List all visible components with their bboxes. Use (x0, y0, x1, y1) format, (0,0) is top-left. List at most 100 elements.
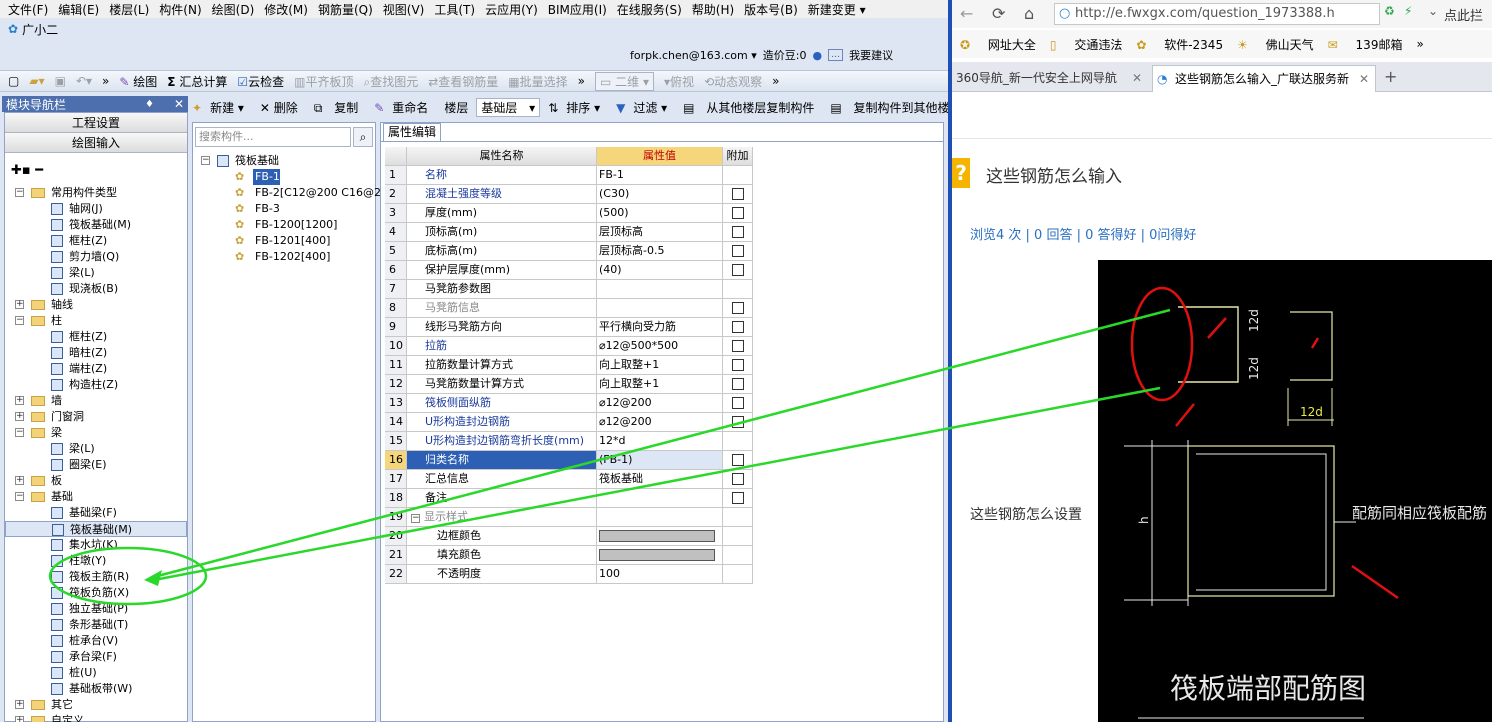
property-row[interactable]: 2 混凝土强度等级 (C30) (385, 185, 753, 204)
nav-tree-folder[interactable]: + 墙 (5, 393, 187, 409)
search-icon[interactable]: ⌕ (353, 127, 373, 147)
property-row[interactable]: 13 筏板侧面纵筋 ⌀12@200 (385, 394, 753, 413)
nav-tree-item[interactable]: 构造柱(Z) (5, 377, 187, 393)
property-value[interactable] (597, 527, 723, 546)
nav-tree-item[interactable]: 端柱(Z) (5, 361, 187, 377)
dynamic-view-button[interactable]: ⟲动态观察 (704, 73, 762, 90)
user-email[interactable]: forpk.chen@163.com ▾ (630, 49, 757, 62)
nav-tree-item[interactable]: 桩承台(V) (5, 633, 187, 649)
extra-checkbox[interactable] (732, 359, 744, 371)
property-value[interactable]: 向上取整+1 (597, 375, 723, 394)
nav-tree-item[interactable]: 框柱(Z) (5, 233, 187, 249)
property-value[interactable]: (FB-1) (597, 451, 723, 470)
property-row[interactable]: 22 不透明度 100 (385, 565, 753, 584)
rename-button[interactable]: ✎ 重命名 (374, 99, 436, 116)
tab-close-icon[interactable]: ✕ (1132, 65, 1142, 91)
suggest-link[interactable]: 我要建议 (849, 47, 893, 63)
extra-checkbox[interactable] (732, 245, 744, 257)
menu-item[interactable]: 云应用(Y) (485, 1, 538, 18)
click-intercept-text[interactable]: 点此拦 (1444, 5, 1483, 24)
component-list-item[interactable]: ✿ FB-3 (235, 201, 375, 217)
address-bar[interactable]: ○ http://e.fwxgx.com/question_1973388.h (1054, 3, 1380, 25)
nav-tree-folder[interactable]: + 轴线 (5, 297, 187, 313)
property-row[interactable]: 11 拉筋数量计算方式 向上取整+1 (385, 356, 753, 375)
nav-tree-item[interactable]: 桩(U) (5, 665, 187, 681)
property-row[interactable]: 17 汇总信息 筏板基础 (385, 470, 753, 489)
overflow-chevron-icon[interactable]: » (578, 74, 585, 88)
collapse-icon[interactable]: − (15, 428, 24, 437)
collapse-icon[interactable]: − (15, 188, 24, 197)
nav-tree-item[interactable]: 圈梁(E) (5, 457, 187, 473)
nav-tree-folder[interactable]: − 常用构件类型 (5, 185, 187, 201)
property-row[interactable]: 3 厚度(mm) (500) (385, 204, 753, 223)
menu-item[interactable]: BIM应用(I) (548, 1, 607, 18)
expand-icon[interactable]: + (15, 716, 24, 722)
property-row[interactable]: 21 填充颜色 (385, 546, 753, 565)
overflow-chevron-icon[interactable]: » (772, 74, 779, 88)
filter-button[interactable]: ▼ 过滤 ▾ (616, 99, 675, 116)
property-value[interactable]: FB-1 (597, 166, 723, 185)
color-swatch[interactable] (599, 530, 715, 542)
nav-tree-item[interactable]: 承台梁(F) (5, 649, 187, 665)
sum-button[interactable]: Σ 汇总计算 (167, 73, 227, 90)
reload-icon[interactable]: ⟳ (992, 4, 1005, 23)
tab-close-icon[interactable]: ✕ (1359, 66, 1369, 92)
question-stats[interactable]: 浏览4 次 | 0 回答 | 0 答得好 | 0问得好 (970, 224, 1196, 243)
sort-button[interactable]: ⇅ 排序 ▾ (548, 99, 608, 116)
property-value[interactable]: ⌀12@200 (597, 394, 723, 413)
favorite-link[interactable]: ✉ 139邮箱 (1328, 36, 1403, 53)
property-value[interactable]: ⌀12@200 (597, 413, 723, 432)
project-settings-button[interactable]: 工程设置 (5, 113, 187, 133)
open-folder-icon[interactable]: ▰▾ (29, 74, 44, 88)
extra-checkbox[interactable] (732, 188, 744, 200)
menu-item[interactable]: 新建变更 ▾ (808, 1, 866, 18)
property-row[interactable]: 18 备注 (385, 489, 753, 508)
collapse-icon[interactable]: − (15, 316, 24, 325)
collapse-icon[interactable]: − (201, 156, 210, 165)
extra-checkbox[interactable] (732, 473, 744, 485)
floor-select[interactable]: 基础层 ▾ (476, 97, 541, 117)
extra-checkbox[interactable] (732, 454, 744, 466)
extra-checkbox[interactable] (732, 397, 744, 409)
nav-tree-item[interactable]: 剪力墙(Q) (5, 249, 187, 265)
pin-icon[interactable]: ♦ (145, 99, 154, 110)
component-list-item[interactable]: ✿ FB-2[C12@200 C16@200 (235, 185, 395, 201)
property-row[interactable]: 1 名称 FB-1 (385, 166, 753, 185)
flat-top-button[interactable]: ▥平齐板顶 (294, 73, 353, 90)
component-root[interactable]: − 筏板基础 (201, 153, 371, 169)
extra-checkbox[interactable] (732, 207, 744, 219)
draw-input-button[interactable]: 绘图输入 (5, 133, 187, 153)
header-extra[interactable]: 附加 (723, 147, 753, 166)
property-value[interactable]: 平行横向受力筋 (597, 318, 723, 337)
menu-item[interactable]: 视图(V) (383, 1, 425, 18)
property-value[interactable]: 层顶标高-0.5 (597, 242, 723, 261)
view-mode-select[interactable]: ▭ 二维 ▾ (595, 71, 655, 91)
nav-tree-item[interactable]: 框柱(Z) (5, 329, 187, 345)
header-prop-value[interactable]: 属性值 (597, 147, 723, 166)
bulb-icon[interactable]: ● (812, 49, 822, 62)
nav-tree-item[interactable]: 现浇板(B) (5, 281, 187, 297)
property-row[interactable]: 19− 显示样式 (385, 508, 753, 527)
menu-item[interactable]: 构件(N) (159, 1, 201, 18)
draw-button[interactable]: ✎ 绘图 (119, 73, 157, 90)
nav-tree-item[interactable]: 梁(L) (5, 265, 187, 281)
extra-checkbox[interactable] (732, 321, 744, 333)
property-row[interactable]: 15 U形构造封边钢筋弯折长度(mm) 12*d (385, 432, 753, 451)
property-row[interactable]: 12 马凳筋数量计算方式 向上取整+1 (385, 375, 753, 394)
close-icon[interactable]: ✕ (174, 97, 184, 111)
delete-button[interactable]: ✕ 删除 (260, 99, 306, 116)
component-list-item[interactable]: ✿ FB-1202[400] (235, 249, 375, 265)
property-value[interactable]: (C30) (597, 185, 723, 204)
expand-all-icon[interactable]: ✚▪ ━ (11, 163, 43, 178)
property-row[interactable]: 20 边框颜色 (385, 527, 753, 546)
dropdown-chevron-icon[interactable]: ⌄ (1428, 4, 1438, 18)
nav-tree-item[interactable]: 基础梁(F) (5, 505, 187, 521)
nav-tree-item[interactable]: 条形基础(T) (5, 617, 187, 633)
copy-button[interactable]: ⧉ 复制 (314, 99, 366, 116)
component-search-input[interactable]: 搜索构件... (195, 127, 351, 147)
extra-checkbox[interactable] (732, 226, 744, 238)
property-value[interactable] (597, 546, 723, 565)
property-value[interactable] (597, 280, 723, 299)
property-row[interactable]: 6 保护层厚度(mm) (40) (385, 261, 753, 280)
cloud-check-button[interactable]: ☑云检查 (237, 73, 284, 90)
